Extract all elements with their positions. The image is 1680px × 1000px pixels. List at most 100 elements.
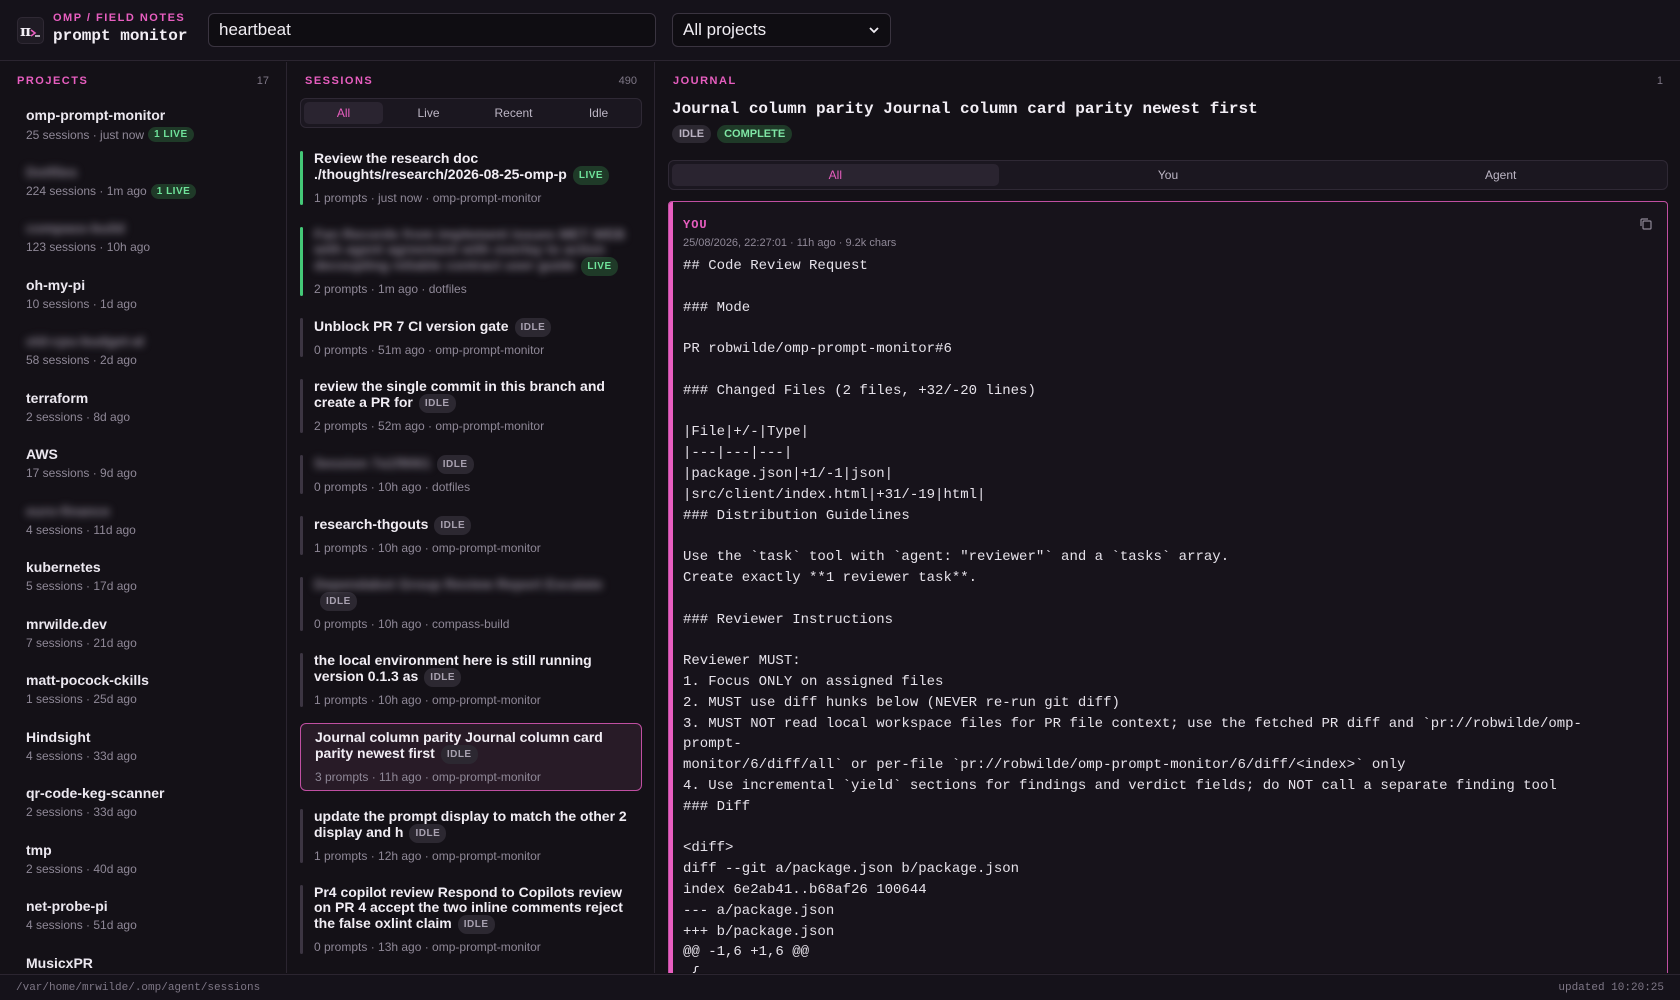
project-item[interactable]: qr-code-keg-scanner 2 sessions · 33d ago [0,780,286,837]
live-badge: 1 LIVE [150,183,197,199]
session-item[interactable]: Journal column parity Journal column car… [300,723,642,791]
project-item[interactable]: Hindsight 4 sessions · 33d ago [0,724,286,781]
search-input[interactable] [208,13,656,47]
project-item[interactable]: mrwilde.dev 7 sessions · 21d ago [0,611,286,668]
session-item[interactable]: research-thgouts IDLE 1 prompts · 10h ago … [300,510,642,561]
session-meta: 1 prompts · 10h ago · omp-prompt-monitor [314,693,541,707]
session-status-bar [300,653,303,707]
session-status-badge: IDLE [436,455,474,474]
session-meta: 3 prompts · 11h ago · omp-prompt-monitor [315,770,541,784]
projects-title: PROJECTS [17,75,89,87]
session-item[interactable]: Dependabot Group Review Report EscalateI… [300,571,642,637]
session-item[interactable]: Unblock PR 7 CI version gate IDLE 0 prompt… [300,312,642,363]
project-item[interactable]: net-probe-pi 4 sessions · 51d ago [0,893,286,950]
project-meta: 4 sessions · 33d ago [26,748,286,763]
journal-entry-card: YOU 25/08/2026, 22:27:01 · 11h ago · 9.2… [668,201,1668,973]
project-name: compass-build [26,220,125,236]
session-title: Session 7a1f9061 IDLE [314,455,634,474]
app-header: π OMP / FIELD NOTES prompt monitor All p… [0,0,1680,61]
project-name: omp-prompt-monitor [26,107,166,123]
project-meta: 17 sessions · 9d ago [26,466,286,480]
session-title-text: Session 7a1f9061 [314,455,431,471]
journal-heading: Journal column parity Journal column car… [672,100,1258,118]
session-item[interactable]: the local environment here is still runn… [300,647,642,713]
session-filter-recent[interactable]: Recent [474,102,553,124]
project-meta: 10 sessions · 1d ago [26,297,286,311]
session-title: research-thgouts IDLE [314,516,634,535]
chevron-down-icon [869,27,879,34]
journal-column: JOURNAL 1 Journal column parity Journal … [656,62,1680,973]
project-name: old-cpu-budget-al [26,333,145,349]
project-meta-text: 2 sessions · 33d ago [26,805,137,819]
updated-timestamp: updated 10:20:25 [1558,981,1664,994]
session-title-text: research-thgouts [314,516,429,532]
session-filter-all[interactable]: All [304,102,383,124]
project-name: terraform [26,389,89,406]
session-status-badge: IDLE [320,592,357,611]
journal-filter-you[interactable]: You [1005,164,1332,186]
card-accent-bar [669,202,673,973]
project-item[interactable]: MusicxPR [0,950,286,974]
session-status-bar [300,151,303,205]
session-item[interactable]: Review the research doc ./thoughts/resea… [300,145,642,211]
journal-badges: IDLE COMPLETE [672,125,793,143]
project-item[interactable]: omp-prompt-monitor 25 sessions · just now… [0,102,286,159]
project-item[interactable]: Dotfiles 224 sessions · 1m ago 1 LIVE [0,159,286,216]
project-item[interactable]: matt-pocock-ckills 1 sessions · 25d ago [0,667,286,724]
session-meta: 1 prompts · just now · omp-prompt-monito… [314,191,542,205]
project-item[interactable]: oh-my-pi 10 sessions · 1d ago [0,272,286,329]
session-status-badge: LIVE [572,166,610,185]
session-status-bar [300,379,303,433]
session-filter-live[interactable]: Live [389,102,468,124]
session-meta: 0 prompts · 51m ago · omp-prompt-monitor [314,343,545,357]
session-item[interactable]: ## Code Review Request ### Mode Reviewin… [300,970,642,973]
session-item[interactable]: update the prompt display to match the o… [300,803,642,869]
session-item[interactable]: Pr4 copilot review Respond to Copilots r… [300,879,642,960]
session-filter-idle[interactable]: Idle [559,102,638,124]
project-item[interactable]: compass-build 123 sessions · 10h ago [0,215,286,272]
project-meta: 25 sessions · just now 1 LIVE [26,127,286,142]
session-title-text: review the single commit in this branch … [314,378,605,410]
project-name: oh-my-pi [26,276,86,293]
project-meta: 2 sessions · 33d ago [26,805,286,819]
entry-meta: 25/08/2026, 22:27:01 · 11h ago · 9.2k ch… [683,237,897,249]
project-meta-text: 5 sessions · 17d ago [26,579,137,593]
project-name: Hindsight [26,728,91,745]
project-item[interactable]: AWS 17 sessions · 9d ago [0,441,286,498]
project-filter-select[interactable]: All projects [672,13,891,47]
brand-kicker: OMP / FIELD NOTES [53,12,186,24]
session-title-text: Fan Records from implement issues MET WE… [314,226,626,273]
project-item[interactable]: kubernetes 5 sessions · 17d ago [0,554,286,611]
session-meta: 2 prompts · 52m ago · omp-prompt-monitor [314,419,545,433]
project-meta-text: 58 sessions · 2d ago [26,353,137,367]
status-badge-complete: COMPLETE [717,125,793,143]
session-item[interactable]: review the single commit in this branch … [300,373,642,439]
session-meta: 1 prompts · 10h ago · omp-prompt-monitor [314,541,541,555]
status-badge-idle: IDLE [672,125,712,143]
session-title: Unblock PR 7 CI version gate IDLE [314,318,634,337]
sessions-column: SESSIONS 490 All Live Recent Idle Review… [288,62,655,973]
project-item[interactable]: tmp 2 sessions · 40d ago [0,837,286,894]
session-item[interactable]: Session 7a1f9061 IDLE 0 prompts · 10h ago … [300,449,642,500]
journal-filter-all[interactable]: All [672,164,999,186]
session-status-badge: IDLE [514,318,552,337]
session-title: Review the research doc ./thoughts/resea… [314,151,634,185]
project-item[interactable]: euro-finance 4 sessions · 11d ago [0,498,286,555]
session-title: review the single commit in this branch … [314,379,634,413]
project-item[interactable]: old-cpu-budget-al 58 sessions · 2d ago [0,328,286,385]
sessions-list: Review the research doc ./thoughts/resea… [300,145,642,973]
session-meta: 2 prompts · 1m ago · dotfiles [314,282,467,296]
project-item[interactable]: terraform 2 sessions · 8d ago [0,385,286,442]
app-logo: π [17,17,44,44]
journal-filter-agent[interactable]: Agent [1337,164,1664,186]
project-meta: 123 sessions · 10h ago [26,240,286,254]
project-meta-text: 4 sessions · 33d ago [26,748,137,763]
project-name: tmp [26,841,52,858]
session-meta: 0 prompts · 10h ago · compass-build [314,617,510,631]
session-status-bar [300,516,303,555]
sessions-count: 490 [618,75,637,87]
session-status-bar [300,809,303,863]
session-item[interactable]: Fan Records from implement issues MET WE… [300,221,642,302]
copy-icon[interactable] [1639,217,1653,231]
project-meta: 2 sessions · 8d ago [26,410,286,424]
